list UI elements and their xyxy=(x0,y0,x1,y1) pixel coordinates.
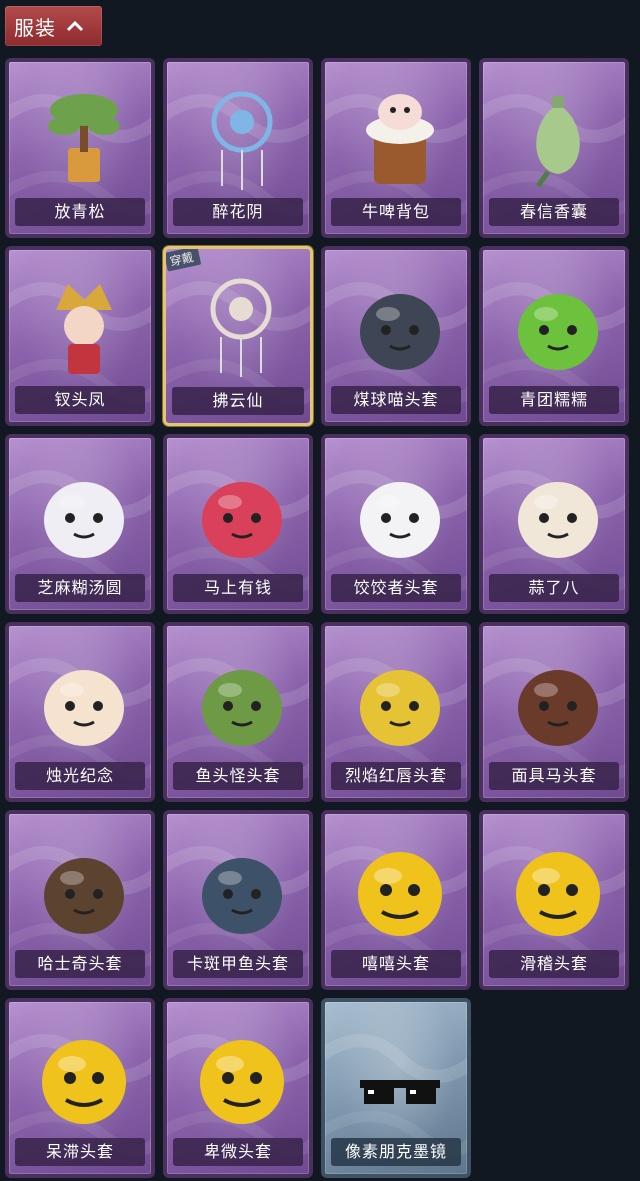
costume-name: 牛啤背包 xyxy=(331,198,461,226)
costume-name: 蒜了八 xyxy=(489,574,619,602)
costume-card-grin-emoji-head[interactable]: 嘻嘻头套 xyxy=(321,810,471,990)
costume-card-fairy-pendant[interactable]: 穿戴 拂云仙 xyxy=(163,246,313,426)
costume-name: 饺饺者头套 xyxy=(331,574,461,602)
costume-card-green-rice-ball[interactable]: 青团糯糯 xyxy=(479,246,629,426)
candle-head-icon xyxy=(44,670,124,746)
costume-name: 春信香囊 xyxy=(489,198,619,226)
costume-card-phoenix-crown-doll[interactable]: 钗头凤 xyxy=(5,246,155,426)
costume-name: 烛光纪念 xyxy=(15,762,145,790)
costume-card-yellow-mouse-head[interactable]: 烈焰红唇头套 xyxy=(321,622,471,802)
red-horse-head-icon xyxy=(202,482,282,558)
costume-card-shy-emoji-head[interactable]: 卑微头套 xyxy=(163,998,313,1178)
costume-card-fish-head-mask[interactable]: 鱼头怪头套 xyxy=(163,622,313,802)
cow-beer-mug-icon xyxy=(366,94,434,184)
costume-name: 煤球喵头套 xyxy=(331,386,461,414)
costume-grid: 放青松 醉花阴 牛啤背包 春信香囊 钗头凤 穿戴 拂云仙 煤球喵头套 青团糯糯 … xyxy=(5,58,629,1178)
dumpling-ball-icon xyxy=(44,482,124,558)
costume-card-pixel-sunglasses[interactable]: 像素朋克墨镜 xyxy=(321,998,471,1178)
pixel-sunglasses-icon xyxy=(360,1080,440,1104)
smirk-emoji-head-icon xyxy=(516,852,600,936)
costume-name: 烈焰红唇头套 xyxy=(331,762,461,790)
garlic-head-icon xyxy=(518,482,598,558)
grin-emoji-head-icon xyxy=(358,852,442,936)
costume-name: 哈士奇头套 xyxy=(15,950,145,978)
costume-card-candle-head[interactable]: 烛光纪念 xyxy=(5,622,155,802)
costume-name: 嘻嘻头套 xyxy=(331,950,461,978)
costume-name: 滑稽头套 xyxy=(489,950,619,978)
costume-card-stare-emoji-head[interactable]: 呆滞头套 xyxy=(5,998,155,1178)
costume-card-cloud-dumpling-head[interactable]: 饺饺者头套 xyxy=(321,434,471,614)
pine-tree-pot-icon xyxy=(48,94,120,182)
costume-name: 像素朋克墨镜 xyxy=(331,1138,461,1166)
phoenix-crown-doll-icon xyxy=(56,284,112,374)
costume-card-husky-head[interactable]: 哈士奇头套 xyxy=(5,810,155,990)
husky-head-icon xyxy=(44,858,124,934)
costume-name: 拂云仙 xyxy=(172,387,304,415)
category-title: 服装 xyxy=(14,15,56,40)
costume-name: 放青松 xyxy=(15,198,145,226)
fish-head-mask-icon xyxy=(202,670,282,746)
costume-card-green-sachet[interactable]: 春信香囊 xyxy=(479,58,629,238)
black-cat-head-icon xyxy=(360,294,440,370)
costume-name: 卡斑甲鱼头套 xyxy=(173,950,303,978)
chevron-up-icon xyxy=(66,20,84,32)
costume-card-horse-mask[interactable]: 面具马头套 xyxy=(479,622,629,802)
costume-card-black-cat-head[interactable]: 煤球喵头套 xyxy=(321,246,471,426)
fairy-pendant-icon xyxy=(210,278,272,377)
costume-name: 醉花阴 xyxy=(173,198,303,226)
costume-card-garlic-head[interactable]: 蒜了八 xyxy=(479,434,629,614)
costume-name: 鱼头怪头套 xyxy=(173,762,303,790)
costume-name: 呆滞头套 xyxy=(15,1138,145,1166)
green-rice-ball-icon xyxy=(518,294,598,370)
stare-emoji-head-icon xyxy=(42,1040,126,1124)
blue-fish-head-icon xyxy=(202,858,282,934)
green-sachet-icon xyxy=(535,96,580,188)
dreamcatcher-icon xyxy=(211,91,273,190)
costume-name: 钗头凤 xyxy=(15,386,145,414)
cloud-dumpling-head-icon xyxy=(360,482,440,558)
shy-emoji-head-icon xyxy=(200,1040,284,1124)
costume-card-dumpling-ball[interactable]: 芝麻糊汤圆 xyxy=(5,434,155,614)
costume-name: 马上有钱 xyxy=(173,574,303,602)
costume-card-red-horse-head[interactable]: 马上有钱 xyxy=(163,434,313,614)
costume-name: 面具马头套 xyxy=(489,762,619,790)
costume-name: 卑微头套 xyxy=(173,1138,303,1166)
yellow-mouse-head-icon xyxy=(360,670,440,746)
costume-name: 青团糯糯 xyxy=(489,386,619,414)
costume-name: 芝麻糊汤圆 xyxy=(15,574,145,602)
costume-card-pine-tree-pot[interactable]: 放青松 xyxy=(5,58,155,238)
costume-card-cow-beer-mug[interactable]: 牛啤背包 xyxy=(321,58,471,238)
costume-card-smirk-emoji-head[interactable]: 滑稽头套 xyxy=(479,810,629,990)
costume-card-blue-fish-head[interactable]: 卡斑甲鱼头套 xyxy=(163,810,313,990)
horse-mask-icon xyxy=(518,670,598,746)
costume-card-dreamcatcher[interactable]: 醉花阴 xyxy=(163,58,313,238)
category-tab-clothing[interactable]: 服装 xyxy=(5,6,102,46)
